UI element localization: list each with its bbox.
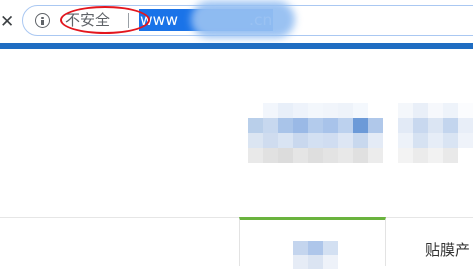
mosaic-cell [293, 133, 308, 148]
mosaic-cell [413, 103, 428, 118]
mosaic-cell [368, 133, 383, 148]
url-suffix: .cn [249, 11, 273, 29]
tab-bar-divider [0, 217, 473, 218]
mosaic-cell [278, 103, 293, 118]
mosaic-cell [293, 118, 308, 133]
mosaic-cell [263, 103, 278, 118]
mosaic-cell [398, 133, 413, 148]
mosaic-cell [398, 148, 413, 163]
mosaic-cell [458, 133, 473, 148]
mosaic-cell [263, 148, 278, 163]
browser-toolbar: ✕ 不安全 www .cn [0, 0, 473, 43]
close-icon[interactable]: ✕ [0, 13, 14, 31]
mosaic-cell [248, 103, 263, 118]
mosaic-cell [428, 133, 443, 148]
mosaic-cell [428, 148, 443, 163]
mosaic-cell [293, 148, 308, 163]
pixelated-logo [248, 103, 383, 163]
mosaic-cell [413, 118, 428, 133]
mosaic-cell [368, 118, 383, 133]
mosaic-cell [308, 103, 323, 118]
mosaic-cell [398, 103, 413, 118]
mosaic-cell [368, 148, 383, 163]
mosaic-cell [353, 148, 368, 163]
mosaic-cell [308, 118, 323, 133]
mosaic-cell [428, 118, 443, 133]
mosaic-cell [338, 133, 353, 148]
mosaic-cell [248, 133, 263, 148]
mosaic-cell [338, 103, 353, 118]
mosaic-cell [308, 241, 323, 255]
mosaic-cell [323, 148, 338, 163]
mosaic-cell [443, 103, 458, 118]
tab-active-label-pixelated [293, 241, 338, 269]
mosaic-cell [443, 133, 458, 148]
mosaic-cell [308, 148, 323, 163]
mosaic-cell [353, 103, 368, 118]
mosaic-cell [398, 118, 413, 133]
mosaic-cell [413, 133, 428, 148]
mosaic-cell [338, 148, 353, 163]
mosaic-cell [278, 148, 293, 163]
mosaic-cell [248, 118, 263, 133]
mosaic-cell [443, 118, 458, 133]
address-bar[interactable]: 不安全 www .cn [22, 1, 473, 38]
mosaic-cell [323, 118, 338, 133]
mosaic-cell [368, 103, 383, 118]
mosaic-cell [443, 148, 458, 163]
header-accent-bar [0, 43, 473, 49]
mosaic-cell [458, 148, 473, 163]
mosaic-cell [353, 118, 368, 133]
mosaic-cell [293, 255, 308, 269]
mosaic-cell [308, 133, 323, 148]
tab-next-label[interactable]: 贴膜产 [425, 240, 470, 260]
url-prefix: www [140, 11, 179, 29]
mosaic-cell [323, 103, 338, 118]
mosaic-cell [308, 255, 323, 269]
mosaic-cell [263, 118, 278, 133]
mosaic-cell [428, 103, 443, 118]
mosaic-cell [248, 148, 263, 163]
mosaic-cell [353, 133, 368, 148]
pixelated-banner [398, 103, 473, 163]
mosaic-cell [338, 118, 353, 133]
mosaic-cell [293, 103, 308, 118]
mosaic-cell [323, 255, 338, 269]
info-icon[interactable] [35, 13, 50, 28]
mosaic-cell [293, 241, 308, 255]
mosaic-cell [278, 118, 293, 133]
mosaic-cell [458, 118, 473, 133]
mosaic-cell [323, 241, 338, 255]
url-text[interactable]: www .cn [139, 9, 274, 31]
mosaic-cell [458, 103, 473, 118]
mosaic-cell [278, 133, 293, 148]
omnibox-separator [128, 13, 129, 28]
mosaic-cell [413, 148, 428, 163]
mosaic-cell [263, 133, 278, 148]
mosaic-cell [323, 133, 338, 148]
security-status-label[interactable]: 不安全 [65, 11, 110, 30]
